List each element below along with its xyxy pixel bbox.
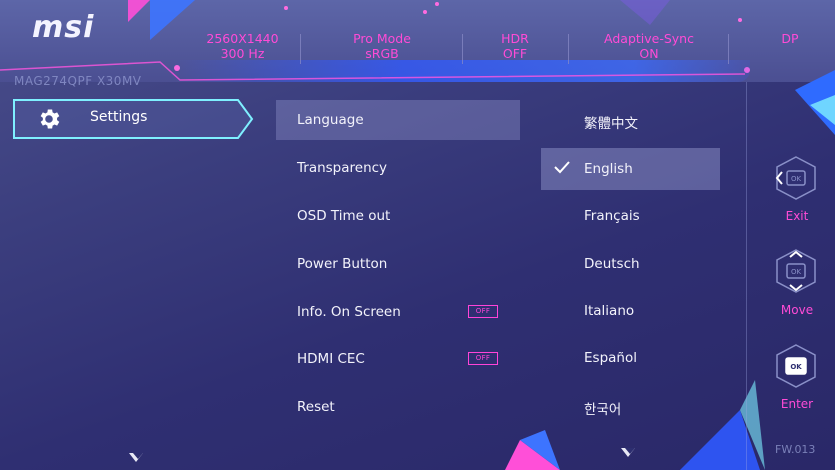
mode-status: Pro Mode sRGB xyxy=(353,31,411,61)
language-option[interactable]: Deutsch xyxy=(584,256,640,272)
menu-item-osd-time-out[interactable]: OSD Time out xyxy=(297,208,390,224)
check-icon xyxy=(554,161,570,174)
ok-enter-icon: OK xyxy=(776,344,816,388)
menu-item-power-button[interactable]: Power Button xyxy=(297,256,387,272)
adaptive-sync-status: Adaptive-Sync ON xyxy=(604,31,694,61)
menu-item-hdmi-cec[interactable]: HDMI CEC xyxy=(297,351,365,367)
menu-item-reset[interactable]: Reset xyxy=(297,399,335,415)
firmware-version: FW.013 xyxy=(775,443,816,456)
menu-item-language[interactable]: Language xyxy=(297,112,364,128)
svg-text:OK: OK xyxy=(790,363,802,371)
exit-label: Exit xyxy=(785,209,809,223)
language-option[interactable]: Español xyxy=(584,350,637,366)
svg-text:OK: OK xyxy=(791,175,802,183)
language-option[interactable]: 한국어 xyxy=(584,398,621,418)
input-source-status: DP xyxy=(781,31,799,46)
language-option[interactable]: Italiano xyxy=(584,303,634,319)
header-outline xyxy=(0,61,746,81)
scroll-down-inner xyxy=(133,453,143,459)
language-scroll-down-inner xyxy=(625,448,635,454)
enter-label: Enter xyxy=(780,397,814,411)
resolution-status: 2560X1440 300 Hz xyxy=(206,31,279,61)
menu-item-info-on-screen[interactable]: Info. On Screen xyxy=(297,304,401,320)
ok-move-icon: OK xyxy=(776,249,816,293)
hdr-status: HDR OFF xyxy=(501,31,529,61)
svg-text:OK: OK xyxy=(791,268,802,276)
sidebar-item-label: Settings xyxy=(90,109,148,125)
language-option[interactable]: 繁體中文 xyxy=(584,112,638,132)
language-option[interactable]: Français xyxy=(584,208,640,224)
gear-icon xyxy=(40,109,60,129)
language-option-selected[interactable]: English xyxy=(584,161,633,177)
menu-item-transparency[interactable]: Transparency xyxy=(297,160,387,176)
hdmi-cec-toggle[interactable]: OFF xyxy=(468,352,498,365)
brand-logo: msi xyxy=(32,10,95,45)
info-on-screen-toggle[interactable]: OFF xyxy=(468,305,498,318)
ok-exit-icon: OK xyxy=(775,156,816,200)
move-label: Move xyxy=(780,303,814,317)
